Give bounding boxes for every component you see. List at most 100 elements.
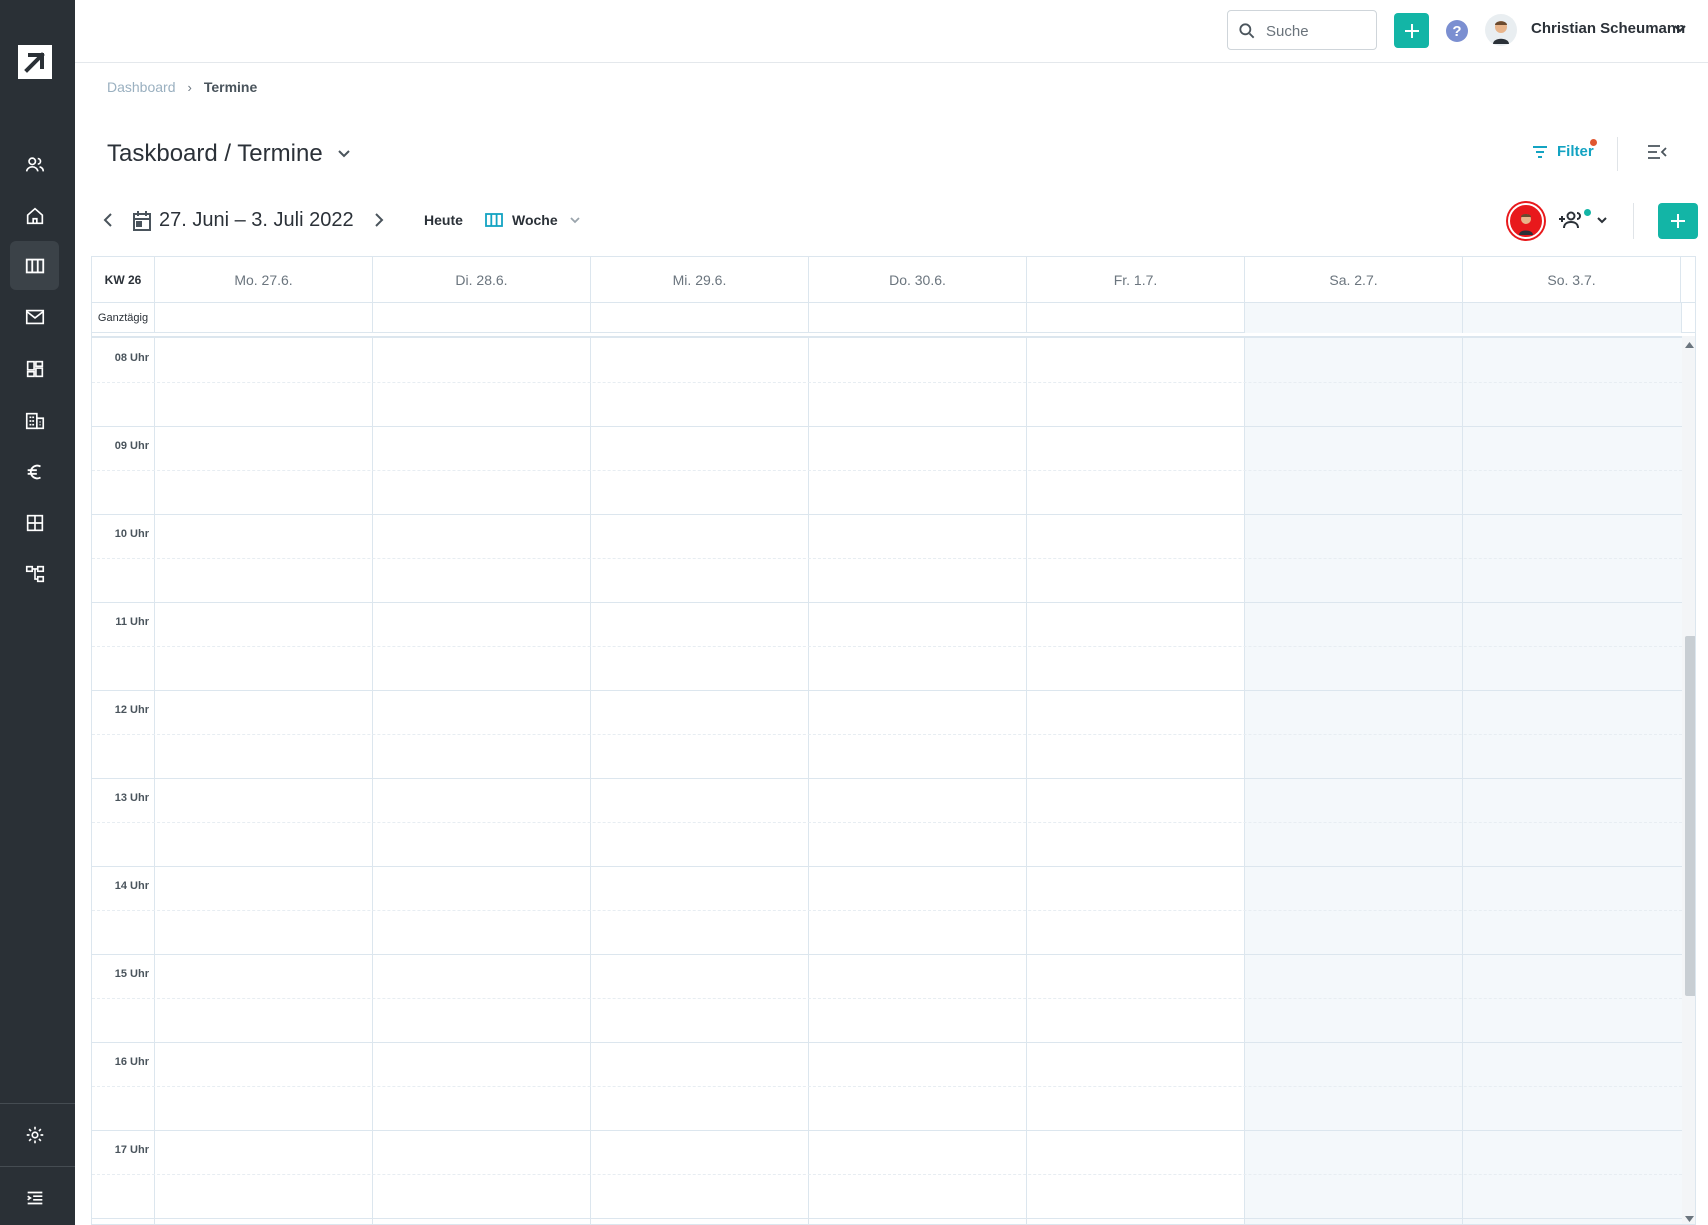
topbar: ? Christian Scheumann: [75, 0, 1708, 63]
allday-cell[interactable]: [1027, 303, 1245, 333]
participants-badge: [1584, 209, 1591, 216]
global-add-button[interactable]: [1394, 13, 1429, 48]
divider: [1617, 137, 1618, 171]
day-column[interactable]: [155, 338, 373, 1224]
half-hour-line: [92, 382, 1682, 383]
page-title[interactable]: Taskboard / Termine: [107, 140, 351, 168]
sidebar-item-mail[interactable]: [10, 292, 59, 341]
hour-line: [92, 1130, 1682, 1131]
allday-label: Ganztägig: [92, 303, 155, 333]
view-selector-label[interactable]: Woche: [512, 212, 558, 228]
divider: [1633, 203, 1634, 239]
scroll-up-icon[interactable]: [1685, 342, 1694, 348]
help-icon[interactable]: ?: [1446, 20, 1468, 42]
sidebar-item-companies[interactable]: [10, 396, 59, 445]
date-range-label[interactable]: 27. Juni – 3. Juli 2022: [159, 209, 354, 232]
search-icon: [1239, 23, 1255, 39]
collapse-panel-icon[interactable]: [1647, 144, 1667, 160]
allday-cell[interactable]: [809, 303, 1027, 333]
allday-cell[interactable]: [373, 303, 591, 333]
day-column[interactable]: [1027, 338, 1245, 1224]
chevron-left-icon[interactable]: [101, 212, 115, 228]
allday-cell[interactable]: [1245, 303, 1463, 333]
day-column[interactable]: [1463, 338, 1682, 1224]
time-label: 11 Uhr: [115, 616, 149, 628]
dashboard-icon: [26, 360, 43, 377]
sidebar-item-contacts[interactable]: [10, 140, 59, 189]
hour-line: [92, 602, 1682, 603]
calendar-body: 08 Uhr 09 Uhr 10 Uhr 11 Uhr 12 Uhr 13 Uh…: [92, 336, 1682, 1224]
sidebar-item-home[interactable]: [10, 191, 59, 240]
breadcrumb-dashboard[interactable]: Dashboard: [107, 79, 176, 95]
chevron-down-icon[interactable]: [569, 216, 581, 224]
breadcrumb: Dashboard › Termine: [107, 79, 257, 95]
day-header[interactable]: Mo. 27.6.: [155, 257, 373, 303]
hour-line: [92, 1218, 1682, 1219]
breadcrumb-separator-icon: ›: [187, 79, 192, 95]
plus-icon: [1404, 23, 1419, 38]
allday-cell[interactable]: [591, 303, 809, 333]
half-hour-line: [92, 1174, 1682, 1175]
scrollbar-thumb[interactable]: [1685, 636, 1695, 996]
calendar-icon[interactable]: [132, 210, 152, 232]
day-header[interactable]: So. 3.7.: [1463, 257, 1681, 303]
add-participants-icon[interactable]: [1558, 210, 1584, 230]
sidebar-item-dashboard[interactable]: [10, 344, 59, 393]
user-name[interactable]: Christian Scheumann: [1531, 20, 1685, 37]
week-calendar: KW 26 Mo. 27.6. Di. 28.6. Mi. 29.6. Do. …: [91, 256, 1696, 1225]
home-icon: [26, 207, 43, 224]
sidebar-item-taskboard[interactable]: [10, 241, 59, 290]
time-label: 14 Uhr: [114, 880, 149, 892]
chevron-down-icon[interactable]: [1673, 24, 1687, 34]
search-input[interactable]: [1266, 20, 1366, 42]
day-column[interactable]: [1245, 338, 1463, 1224]
app-logo-icon[interactable]: [18, 45, 52, 79]
day-header[interactable]: Fr. 1.7.: [1027, 257, 1245, 303]
grid-icon: [26, 514, 43, 531]
chevron-down-icon: [337, 150, 350, 158]
sidebar-item-settings[interactable]: [10, 1110, 59, 1159]
filter-icon: [1533, 145, 1547, 158]
sidebar-item-finance[interactable]: [10, 447, 59, 496]
hour-line: [92, 690, 1682, 691]
allday-cell[interactable]: [1463, 303, 1682, 333]
day-column[interactable]: [373, 338, 591, 1224]
hour-line: [92, 514, 1682, 515]
week-view-icon[interactable]: [485, 212, 503, 228]
day-header[interactable]: Sa. 2.7.: [1245, 257, 1463, 303]
selected-user-avatar[interactable]: [1508, 203, 1544, 239]
sidebar-item-grid[interactable]: [10, 498, 59, 547]
search-box[interactable]: [1227, 10, 1377, 50]
day-column[interactable]: [591, 338, 809, 1224]
scroll-down-icon[interactable]: [1685, 1216, 1694, 1222]
half-hour-line: [92, 910, 1682, 911]
half-hour-line: [92, 734, 1682, 735]
day-header[interactable]: Do. 30.6.: [809, 257, 1027, 303]
allday-cell[interactable]: [155, 303, 373, 333]
hierarchy-icon: [25, 565, 44, 582]
sidebar-toggle[interactable]: [10, 1173, 59, 1222]
user-avatar[interactable]: [1485, 14, 1517, 46]
time-label: 08 Uhr: [114, 352, 149, 364]
filter-label: Filter: [1557, 143, 1594, 160]
sidebar-divider-bottom: [0, 1166, 75, 1167]
today-button[interactable]: Heute: [424, 212, 463, 228]
calendar-scrollbar[interactable]: [1682, 336, 1695, 1224]
allday-row: Ganztägig: [92, 303, 1695, 333]
filter-button[interactable]: Filter: [1532, 143, 1594, 160]
euro-icon: [27, 464, 41, 479]
hour-line: [92, 778, 1682, 779]
gear-icon: [26, 1126, 43, 1143]
chevron-right-icon[interactable]: [372, 212, 386, 228]
page-title-text: Taskboard / Termine: [107, 140, 323, 167]
board-columns-icon: [25, 258, 44, 273]
chevron-down-icon[interactable]: [1596, 216, 1608, 224]
add-appointment-button[interactable]: [1658, 203, 1698, 239]
day-header[interactable]: Mi. 29.6.: [591, 257, 809, 303]
sidebar-item-structure[interactable]: [10, 549, 59, 598]
day-header[interactable]: Di. 28.6.: [373, 257, 591, 303]
time-label: 17 Uhr: [114, 1144, 149, 1156]
day-column[interactable]: [809, 338, 1027, 1224]
time-label: 13 Uhr: [114, 792, 149, 804]
mail-icon: [25, 309, 44, 324]
